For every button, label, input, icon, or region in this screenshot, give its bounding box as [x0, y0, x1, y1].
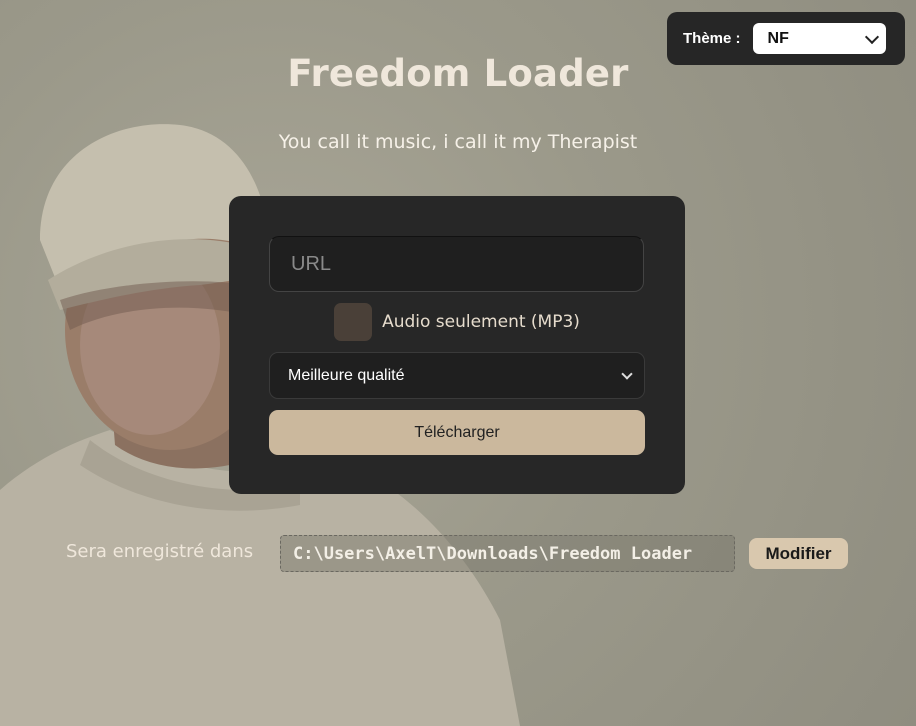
theme-panel: Thème : NF — [667, 12, 905, 65]
download-card: URL Audio seulement (MP3) Meilleure qual… — [229, 196, 685, 494]
modify-path-button[interactable]: Modifier — [749, 538, 848, 569]
audio-only-label[interactable]: Audio seulement (MP3) — [382, 312, 580, 332]
quality-select[interactable]: Meilleure qualité — [269, 352, 645, 399]
audio-only-row: Audio seulement (MP3) — [229, 303, 685, 341]
audio-only-checkbox[interactable] — [334, 303, 373, 341]
save-path-display: C:\Users\AxelT\Downloads\Freedom Loader — [280, 535, 735, 572]
url-input[interactable]: URL — [269, 236, 644, 292]
theme-select-value: NF — [767, 29, 789, 47]
quality-select-value: Meilleure qualité — [288, 366, 405, 384]
download-button[interactable]: Télécharger — [269, 410, 645, 455]
save-location-label: Sera enregistré dans — [66, 541, 254, 562]
theme-select[interactable]: NF — [752, 23, 886, 54]
chevron-down-icon — [864, 29, 879, 44]
url-placeholder: URL — [291, 252, 332, 275]
theme-label: Thème : — [683, 30, 741, 47]
chevron-down-icon — [621, 367, 633, 380]
page-subtitle: You call it music, i call it my Therapis… — [278, 131, 638, 153]
